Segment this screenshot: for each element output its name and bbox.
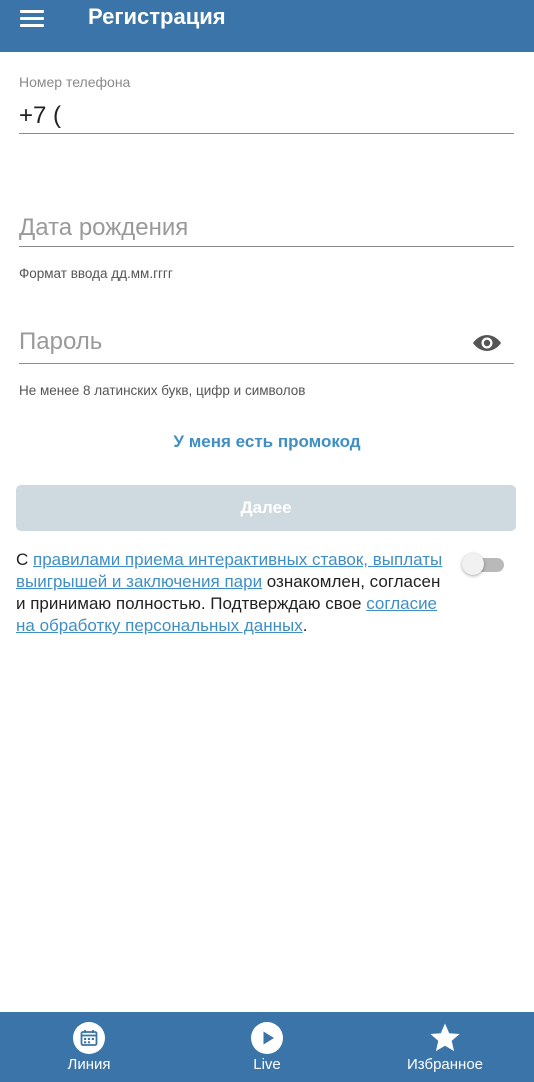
phone-label: Номер телефона bbox=[19, 74, 131, 90]
star-icon bbox=[430, 1023, 460, 1052]
terms-prefix: С bbox=[16, 550, 33, 569]
menu-icon[interactable] bbox=[18, 6, 46, 30]
nav-tab-favorites[interactable]: Избранное bbox=[356, 1012, 534, 1082]
nav-tab-live[interactable]: Live bbox=[178, 1012, 356, 1082]
page-title: Регистрация bbox=[88, 4, 226, 29]
password-underline bbox=[19, 363, 514, 364]
password-hint: Не менее 8 латинских букв, цифр и символ… bbox=[19, 383, 306, 398]
promo-code-link[interactable]: У меня есть промокод bbox=[0, 432, 534, 452]
terms-text: С правилами приема интерактивных ставок,… bbox=[16, 549, 446, 637]
terms-agreement-toggle[interactable] bbox=[462, 553, 506, 575]
nav-tab-line[interactable]: Линия bbox=[0, 1012, 178, 1082]
toggle-knob bbox=[462, 553, 484, 575]
birthdate-hint: Формат ввода дд.мм.гггг bbox=[19, 266, 173, 281]
terms-suffix: . bbox=[302, 616, 308, 635]
birthdate-input[interactable] bbox=[19, 212, 514, 244]
birthdate-underline bbox=[19, 246, 514, 247]
phone-input[interactable] bbox=[19, 100, 514, 132]
nav-tab-live-label: Live bbox=[253, 1056, 281, 1073]
bottom-navigation: Линия Live Избранное bbox=[0, 1012, 534, 1082]
nav-tab-line-label: Линия bbox=[67, 1056, 111, 1073]
play-icon bbox=[251, 1022, 283, 1054]
password-input[interactable] bbox=[19, 326, 459, 358]
phone-underline bbox=[19, 133, 514, 134]
eye-icon[interactable] bbox=[472, 331, 502, 355]
calendar-icon bbox=[73, 1022, 105, 1054]
top-app-bar: Регистрация bbox=[0, 0, 534, 52]
nav-tab-favorites-label: Избранное bbox=[406, 1056, 484, 1073]
next-button[interactable]: Далее bbox=[16, 485, 516, 531]
